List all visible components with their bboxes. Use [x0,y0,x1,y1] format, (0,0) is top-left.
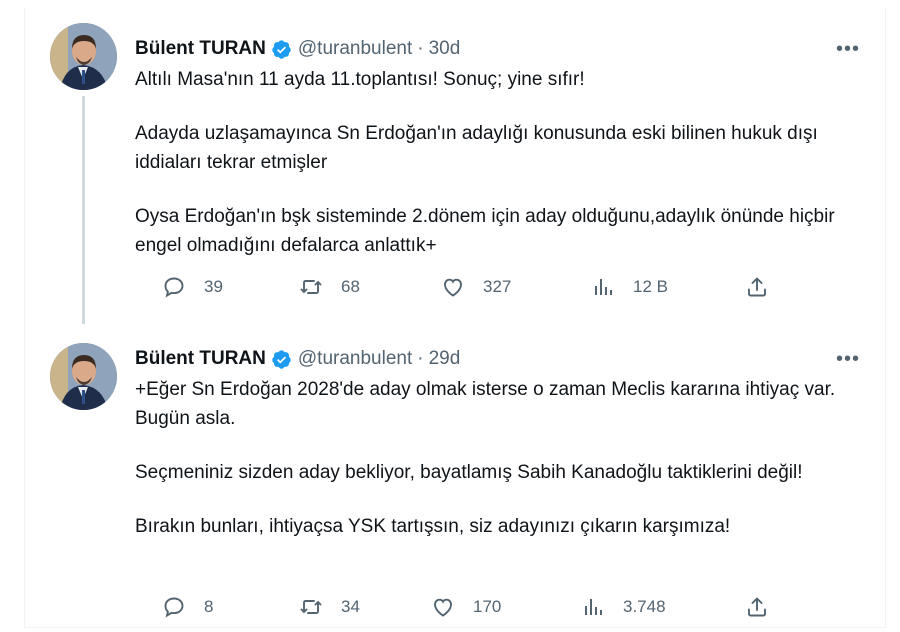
tweet-paragraph: Oysa Erdoğan'ın bşk sisteminde 2.dönem i… [135,206,835,256]
like-count: 170 [473,597,502,616]
share-icon [748,597,766,617]
views-count: 12 B [633,277,668,296]
tweet-text: Altılı Masa'nın 11 ayda 11.toplantısı! S… [135,65,845,260]
separator-dot: · [417,348,424,369]
share-button[interactable] [745,595,787,619]
retweet-button[interactable]: 68 [299,275,360,299]
separator-dot: · [417,38,424,59]
tweet-paragraph: Altılı Masa'nın 11 ayda 11.toplantısı! S… [135,69,585,90]
retweet-count: 68 [341,277,360,296]
reply-button[interactable]: 39 [162,275,223,299]
tweet-paragraph: Adayda uzlaşamayınca Sn Erdoğan'ın adayl… [135,123,818,173]
reply-icon [164,597,184,618]
views-icon [595,279,612,295]
share-button[interactable] [745,275,787,299]
tweet-paragraph: +Eğer Sn Erdoğan 2028'de aday olmak iste… [135,379,836,429]
reply-button[interactable]: 8 [162,595,213,619]
reply-count: 8 [204,597,214,616]
tweet-timestamp[interactable]: 29d [429,348,461,370]
tweet-paragraph: Seçmeniniz sizden aday bekliyor, bayatla… [135,462,803,483]
verified-badge-icon [271,349,292,370]
like-icon [444,278,462,297]
tweet-timestamp[interactable]: 30d [429,38,461,60]
avatar[interactable] [50,23,117,90]
tweet-actions: 39 68 327 12 B [135,275,775,299]
views-icon [585,599,602,615]
tweet-1[interactable]: Bülent TURAN @turanbulent · 30d ••• Altı… [25,8,885,323]
retweet-count: 34 [341,597,360,616]
tweet-paragraph: Bırakın bunları, ihtiyaçsa YSK tartışsın… [135,516,731,537]
author-name[interactable]: Bülent TURAN [135,348,266,370]
reply-icon [164,277,184,298]
views-button[interactable]: 3.748 [581,595,666,619]
tweet-header: Bülent TURAN @turanbulent · 29d [135,347,460,371]
author-handle[interactable]: @turanbulent [298,348,412,370]
verified-badge-icon [271,39,292,60]
author-name[interactable]: Bülent TURAN [135,38,266,60]
like-icon [434,598,452,617]
author-handle[interactable]: @turanbulent [298,38,412,60]
more-icon[interactable]: ••• [833,37,863,61]
tweet-actions: 8 34 170 3.748 [135,595,775,619]
more-icon[interactable]: ••• [833,347,863,371]
views-count: 3.748 [623,597,666,616]
tweet-header: Bülent TURAN @turanbulent · 30d [135,37,460,61]
tweet-text: +Eğer Sn Erdoğan 2028'de aday olmak iste… [135,375,845,541]
retweet-button[interactable]: 34 [299,595,360,619]
views-button[interactable]: 12 B [591,275,668,299]
share-icon [748,277,766,297]
avatar[interactable] [50,343,117,410]
tweet-2[interactable]: Bülent TURAN @turanbulent · 29d ••• +Eğe… [25,323,885,628]
thread-card: Bülent TURAN @turanbulent · 30d ••• Altı… [24,8,886,628]
like-button[interactable]: 327 [441,275,511,299]
retweet-icon [300,600,322,614]
like-button[interactable]: 170 [431,595,501,619]
reply-count: 39 [204,277,223,296]
retweet-icon [300,280,322,294]
like-count: 327 [483,277,512,296]
